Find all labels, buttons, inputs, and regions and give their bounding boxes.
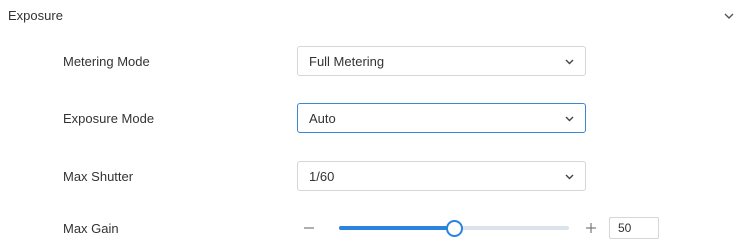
- max-shutter-label: Max Shutter: [63, 169, 134, 184]
- max-gain-input[interactable]: [609, 217, 659, 239]
- max-shutter-value: 1/60: [309, 168, 335, 184]
- max-gain-slider[interactable]: [339, 220, 569, 237]
- max-gain-label: Max Gain: [63, 221, 119, 236]
- chevron-down-icon: [565, 174, 574, 180]
- metering-mode-label: Metering Mode: [63, 54, 150, 69]
- metering-mode-value: Full Metering: [309, 53, 385, 69]
- plus-icon[interactable]: [584, 218, 598, 238]
- chevron-down-icon[interactable]: [723, 10, 735, 22]
- chevron-down-icon: [565, 59, 574, 65]
- max-shutter-select[interactable]: 1/60: [297, 161, 586, 191]
- exposure-mode-value: Auto: [309, 110, 336, 126]
- exposure-mode-label: Exposure Mode: [63, 111, 155, 126]
- exposure-mode-select[interactable]: Auto: [297, 103, 586, 133]
- metering-mode-select[interactable]: Full Metering: [297, 46, 586, 76]
- chevron-down-icon: [565, 116, 574, 122]
- minus-icon[interactable]: [303, 218, 315, 238]
- slider-thumb[interactable]: [446, 220, 463, 237]
- section-title: Exposure: [8, 8, 63, 23]
- slider-fill: [339, 226, 454, 230]
